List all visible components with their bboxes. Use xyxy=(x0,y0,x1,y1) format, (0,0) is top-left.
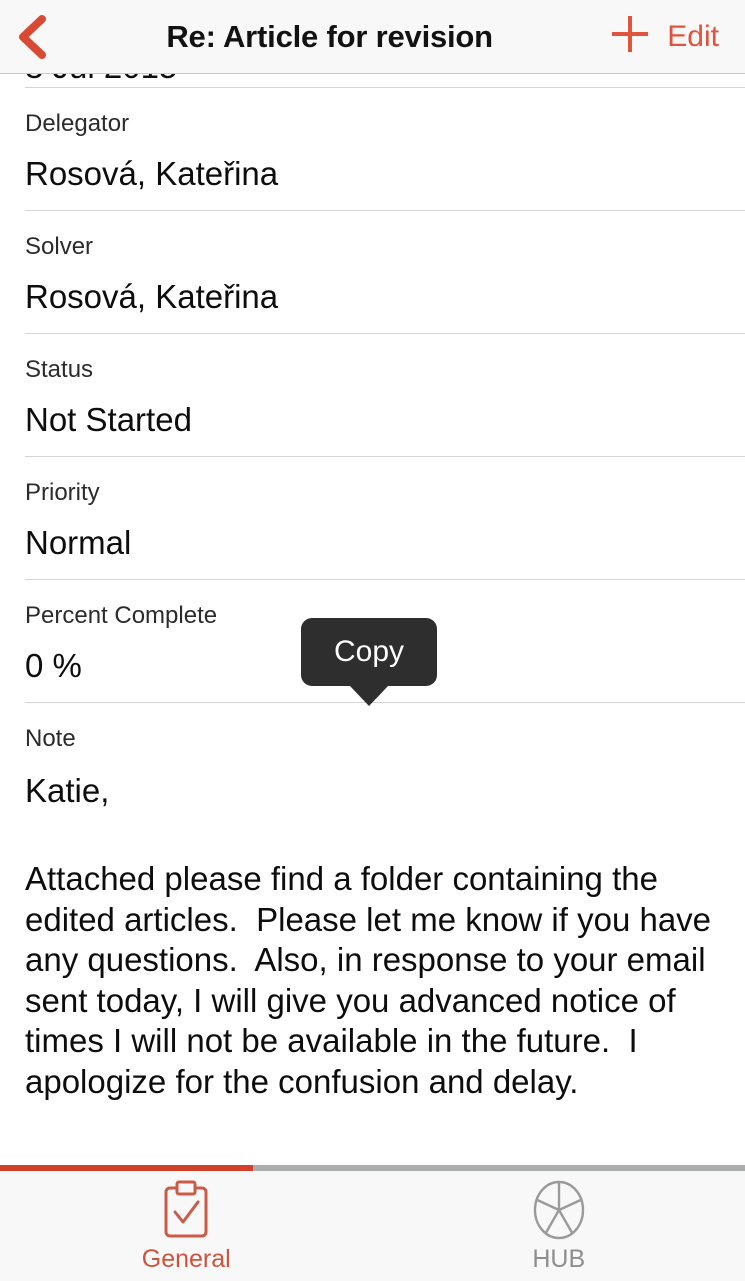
field-label-delegator: Delegator xyxy=(25,110,130,137)
navigation-bar: Re: Article for revision Edit xyxy=(0,0,745,74)
field-label-solver: Solver xyxy=(25,233,94,260)
tab-hub-label: HUB xyxy=(532,1244,586,1273)
clipboard-check-icon xyxy=(160,1180,212,1239)
note-greeting: Katie, xyxy=(25,772,110,809)
chevron-left-icon xyxy=(15,14,47,59)
field-value-solver: Rosová, Kateřina xyxy=(25,278,279,315)
field-row-delegator[interactable]: Delegator Rosová, Kateřina xyxy=(0,88,745,211)
field-value-delegator: Rosová, Kateřina xyxy=(25,155,279,192)
tab-general[interactable]: General xyxy=(0,1171,373,1281)
copy-tooltip[interactable]: Copy xyxy=(301,618,437,706)
edit-button[interactable]: Edit xyxy=(659,20,745,54)
field-row-date[interactable]: 3 Jul 2015 xyxy=(0,74,745,88)
copy-tooltip-label: Copy xyxy=(333,635,405,668)
field-row-solver[interactable]: Solver Rosová, Kateřina xyxy=(0,211,745,334)
field-row-note[interactable]: Note Katie, Attached please find a folde… xyxy=(0,703,745,1112)
field-label-note: Note xyxy=(25,725,76,752)
back-button[interactable] xyxy=(0,0,62,74)
field-label-priority: Priority xyxy=(25,479,100,506)
tab-indicator-fill xyxy=(0,1165,253,1171)
plus-icon xyxy=(609,13,651,60)
app-screen: Re: Article for revision Edit 3 Jul 2015… xyxy=(0,0,745,1281)
tab-general-label: General xyxy=(141,1244,231,1273)
tab-hub[interactable]: HUB xyxy=(373,1171,745,1281)
field-row-priority[interactable]: Priority Normal xyxy=(0,457,745,580)
tooltip-arrow-icon xyxy=(350,686,388,706)
tab-indicator-track xyxy=(0,1165,745,1171)
wheel-spokes-icon xyxy=(531,1180,587,1239)
bottom-tab-bar: General HUB xyxy=(0,1171,745,1281)
field-value-priority: Normal xyxy=(25,524,132,561)
page-title: Re: Article for revision xyxy=(166,18,493,54)
add-button[interactable] xyxy=(601,0,659,74)
field-value-date: 3 Jul 2015 xyxy=(25,74,720,83)
field-row-status[interactable]: Status Not Started xyxy=(0,334,745,457)
field-value-status: Not Started xyxy=(25,401,192,438)
field-label-status: Status xyxy=(25,356,94,383)
note-body-text: Attached please find a folder containing… xyxy=(25,860,721,1100)
